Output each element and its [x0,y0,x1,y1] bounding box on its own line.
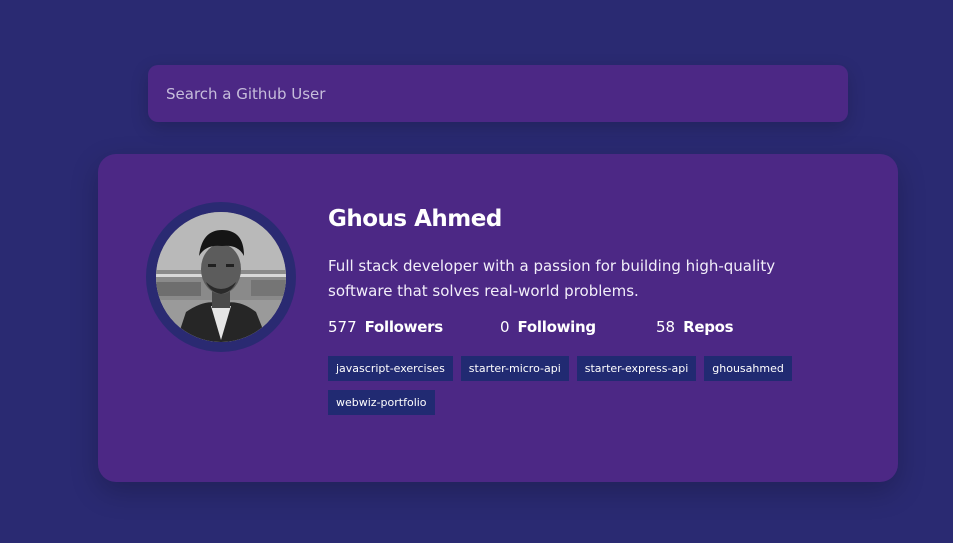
stat-following: 0 Following [500,318,656,336]
repo-link[interactable]: webwiz-portfolio [328,390,435,415]
user-name: Ghous Ahmed [328,206,502,232]
stat-followers: 577 Followers [328,318,500,336]
avatar [156,212,286,342]
user-bio: Full stack developer with a passion for … [328,257,776,300]
repo-list: javascript-exercises starter-micro-api s… [328,356,828,424]
user-stats: 577 Followers 0 Following 58 Repos [328,316,848,338]
following-count: 0 [500,318,510,336]
repos-count: 58 [656,318,676,336]
search-form [148,65,848,122]
followers-count: 577 [328,318,357,336]
repos-label: Repos [683,318,734,336]
user-card: Ghous Ahmed Full stack developer with a … [98,154,898,482]
user-info: Ghous Ahmed Full stack developer with a … [328,202,848,424]
following-label: Following [517,318,597,336]
repo-link[interactable]: javascript-exercises [328,356,453,381]
stat-repos: 58 Repos [656,318,734,336]
repo-link[interactable]: starter-micro-api [460,356,569,381]
followers-label: Followers [364,318,444,336]
avatar-ring [146,202,296,352]
search-input[interactable] [164,65,848,122]
repo-link[interactable]: ghousahmed [704,356,792,381]
avatar-photo [156,212,286,342]
repo-link[interactable]: starter-express-api [576,356,697,381]
